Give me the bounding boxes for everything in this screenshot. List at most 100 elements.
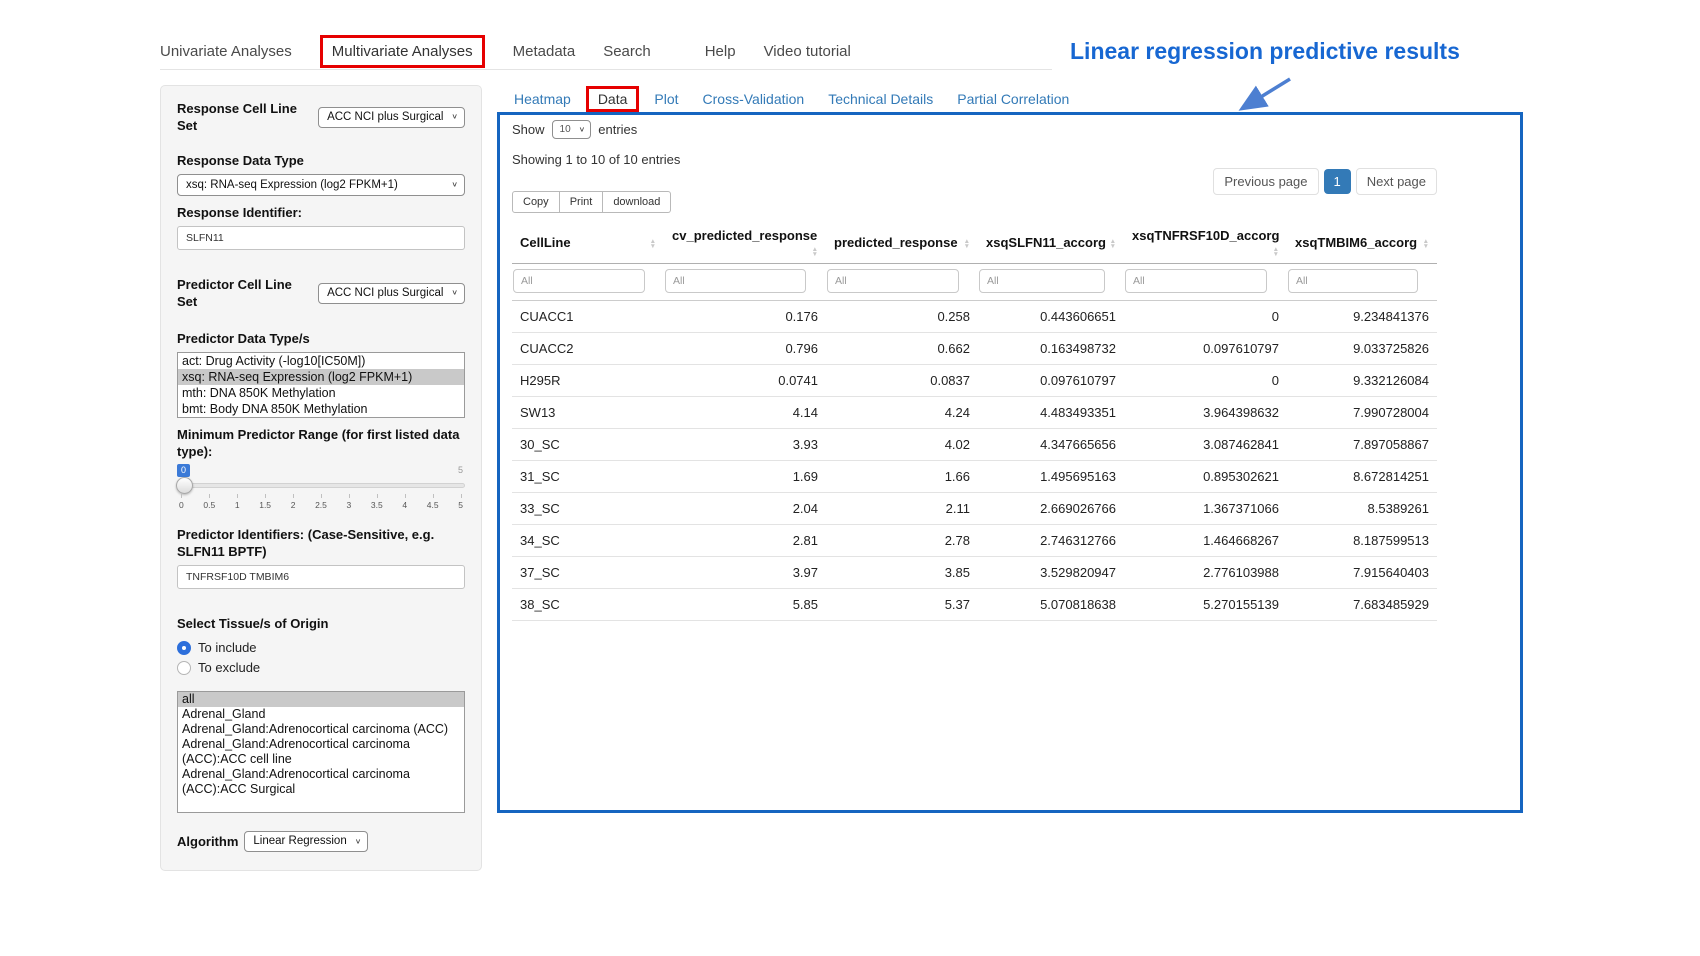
predictor-data-type-option[interactable]: mth: DNA 850K Methylation — [178, 385, 464, 401]
table-row: 34_SC2.812.782.7463127661.4646682678.187… — [512, 525, 1437, 557]
cellline-cell: SW13 — [512, 397, 664, 429]
slider-tick-label: 2.5 — [315, 494, 327, 510]
numeric-cell: 2.776103988 — [1124, 557, 1287, 589]
sort-icon[interactable]: ▲▼ — [1423, 239, 1429, 249]
nav-univariate-analyses[interactable]: Univariate Analyses — [160, 43, 292, 60]
tab-cross-validation[interactable]: Cross-Validation — [694, 87, 814, 111]
numeric-cell: 3.964398632 — [1124, 397, 1287, 429]
predictor-data-type-label: Predictor Data Type/s — [177, 330, 465, 347]
tissue-exclude-radio[interactable]: To exclude — [177, 660, 465, 675]
numeric-cell: 9.234841376 — [1287, 301, 1437, 333]
column-filter-input[interactable] — [513, 269, 645, 293]
nav-help[interactable]: Help — [705, 43, 736, 60]
response-data-type-select[interactable]: xsq: RNA-seq Expression (log2 FPKM+1) ∨ — [177, 174, 465, 196]
response-cell-line-set-select[interactable]: ACC NCI plus Surgical ∨ — [318, 107, 465, 128]
tab-plot[interactable]: Plot — [645, 87, 687, 111]
next-page-button[interactable]: Next page — [1356, 168, 1437, 195]
tissue-origin-option[interactable]: Adrenal_Gland:Adrenocortical carcinoma (… — [178, 767, 464, 797]
response-identifier-label: Response Identifier: — [177, 204, 465, 221]
column-header[interactable]: cv_predicted_response▲▼ — [664, 223, 826, 264]
predictor-data-type-option[interactable]: act: Drug Activity (-log10[IC50M]) — [178, 353, 464, 369]
column-filter-input[interactable] — [979, 269, 1105, 293]
response-cell-line-set-label: Response Cell Line Set — [177, 100, 312, 134]
slider-tick-label: 3 — [347, 494, 352, 510]
slider-track[interactable] — [177, 483, 465, 488]
tissue-include-radio[interactable]: To include — [177, 640, 465, 655]
algorithm-row: Algorithm Linear Regression ∨ — [177, 831, 465, 852]
slider-tick-label: 5 — [458, 494, 463, 510]
chevron-down-icon: ∨ — [451, 112, 458, 121]
sort-icon[interactable]: ▲▼ — [1273, 247, 1279, 257]
data-tab-panel: Show 10 ∨ entries Showing 1 to 10 of 10 … — [512, 120, 1507, 621]
numeric-cell: 0 — [1124, 365, 1287, 397]
tissue-origin-option[interactable]: Adrenal_Gland — [178, 707, 464, 722]
tab-technical-details[interactable]: Technical Details — [819, 87, 942, 111]
download-button[interactable]: download — [603, 191, 671, 213]
column-filter-input[interactable] — [1288, 269, 1418, 293]
predictor-data-type-list[interactable]: act: Drug Activity (-log10[IC50M])xsq: R… — [177, 352, 465, 418]
filter-cell — [1124, 264, 1287, 301]
filter-cell — [978, 264, 1124, 301]
slider-tick-label: 2 — [291, 494, 296, 510]
nav-search[interactable]: Search — [603, 43, 651, 60]
annotation-arrow-icon — [1228, 74, 1300, 120]
slider-tick-label: 4 — [402, 494, 407, 510]
numeric-cell: 0.097610797 — [1124, 333, 1287, 365]
column-filter-input[interactable] — [827, 269, 959, 293]
select-value: ACC NCI plus Surgical — [327, 287, 443, 299]
column-header[interactable]: CellLine▲▼ — [512, 223, 664, 264]
numeric-cell: 4.347665656 — [978, 429, 1124, 461]
cellline-cell: 34_SC — [512, 525, 664, 557]
tissue-origin-option[interactable]: Adrenal_Gland:Adrenocortical carcinoma (… — [178, 737, 464, 767]
copy-button[interactable]: Copy — [512, 191, 560, 213]
sort-icon[interactable]: ▲▼ — [812, 247, 818, 257]
response-identifier-input[interactable] — [177, 226, 465, 250]
sort-down-icon: ▼ — [964, 244, 970, 249]
tab-heatmap[interactable]: Heatmap — [505, 87, 580, 111]
result-tabs: Heatmap Data Plot Cross-Validation Techn… — [505, 86, 1078, 112]
column-header[interactable]: predicted_response▲▼ — [826, 223, 978, 264]
column-header[interactable]: xsqSLFN11_accorg▲▼ — [978, 223, 1124, 264]
min-predictor-range-slider[interactable]: 0 5 00.511.522.533.544.55 — [177, 464, 465, 514]
sort-icon[interactable]: ▲▼ — [964, 239, 970, 249]
slider-value-badge: 0 — [177, 464, 190, 477]
predictor-identifiers-input[interactable] — [177, 565, 465, 589]
predictor-cell-line-set-select[interactable]: ACC NCI plus Surgical ∨ — [318, 283, 465, 304]
algorithm-select[interactable]: Linear Regression ∨ — [244, 831, 368, 852]
column-filter-input[interactable] — [665, 269, 806, 293]
select-value: 10 — [560, 124, 571, 135]
tissue-origin-list[interactable]: allAdrenal_GlandAdrenal_Gland:Adrenocort… — [177, 691, 465, 813]
slider-max-label: 5 — [458, 465, 463, 475]
nav-metadata[interactable]: Metadata — [513, 43, 576, 60]
response-cell-line-set-row: Response Cell Line Set ACC NCI plus Surg… — [177, 100, 465, 134]
numeric-cell: 2.669026766 — [978, 493, 1124, 525]
nav-video-tutorial[interactable]: Video tutorial — [764, 43, 851, 60]
table-row: 30_SC3.934.024.3476656563.0874628417.897… — [512, 429, 1437, 461]
select-value: xsq: RNA-seq Expression (log2 FPKM+1) — [186, 179, 398, 191]
sort-icon[interactable]: ▲▼ — [650, 239, 656, 249]
column-header[interactable]: xsqTMBIM6_accorg▲▼ — [1287, 223, 1437, 264]
slider-tick-label: 1 — [235, 494, 240, 510]
print-button[interactable]: Print — [560, 191, 604, 213]
tab-partial-correlation[interactable]: Partial Correlation — [948, 87, 1078, 111]
column-header[interactable]: xsqTNFRSF10D_accorg▲▼ — [1124, 223, 1287, 264]
select-value: ACC NCI plus Surgical — [327, 111, 443, 123]
predictor-data-type-option[interactable]: xsq: RNA-seq Expression (log2 FPKM+1) — [178, 369, 464, 385]
numeric-cell: 4.24 — [826, 397, 978, 429]
sort-icon[interactable]: ▲▼ — [1110, 239, 1116, 249]
entries-count-select[interactable]: 10 ∨ — [552, 120, 592, 139]
column-filter-input[interactable] — [1125, 269, 1267, 293]
numeric-cell: 0.163498732 — [978, 333, 1124, 365]
current-page-button[interactable]: 1 — [1324, 169, 1351, 194]
slider-handle[interactable] — [176, 477, 193, 494]
sort-down-icon: ▼ — [650, 244, 656, 249]
tab-data[interactable]: Data — [586, 86, 640, 112]
numeric-cell: 9.332126084 — [1287, 365, 1437, 397]
radio-checked-icon — [177, 641, 191, 655]
tissue-origin-option[interactable]: all — [178, 692, 464, 707]
previous-page-button[interactable]: Previous page — [1213, 168, 1318, 195]
predictor-data-type-option[interactable]: bmt: Body DNA 850K Methylation — [178, 401, 464, 417]
tissue-origin-option[interactable]: Adrenal_Gland:Adrenocortical carcinoma (… — [178, 722, 464, 737]
entries-info: Showing 1 to 10 of 10 entries — [512, 152, 1507, 167]
nav-multivariate-analyses[interactable]: Multivariate Analyses — [320, 35, 485, 68]
